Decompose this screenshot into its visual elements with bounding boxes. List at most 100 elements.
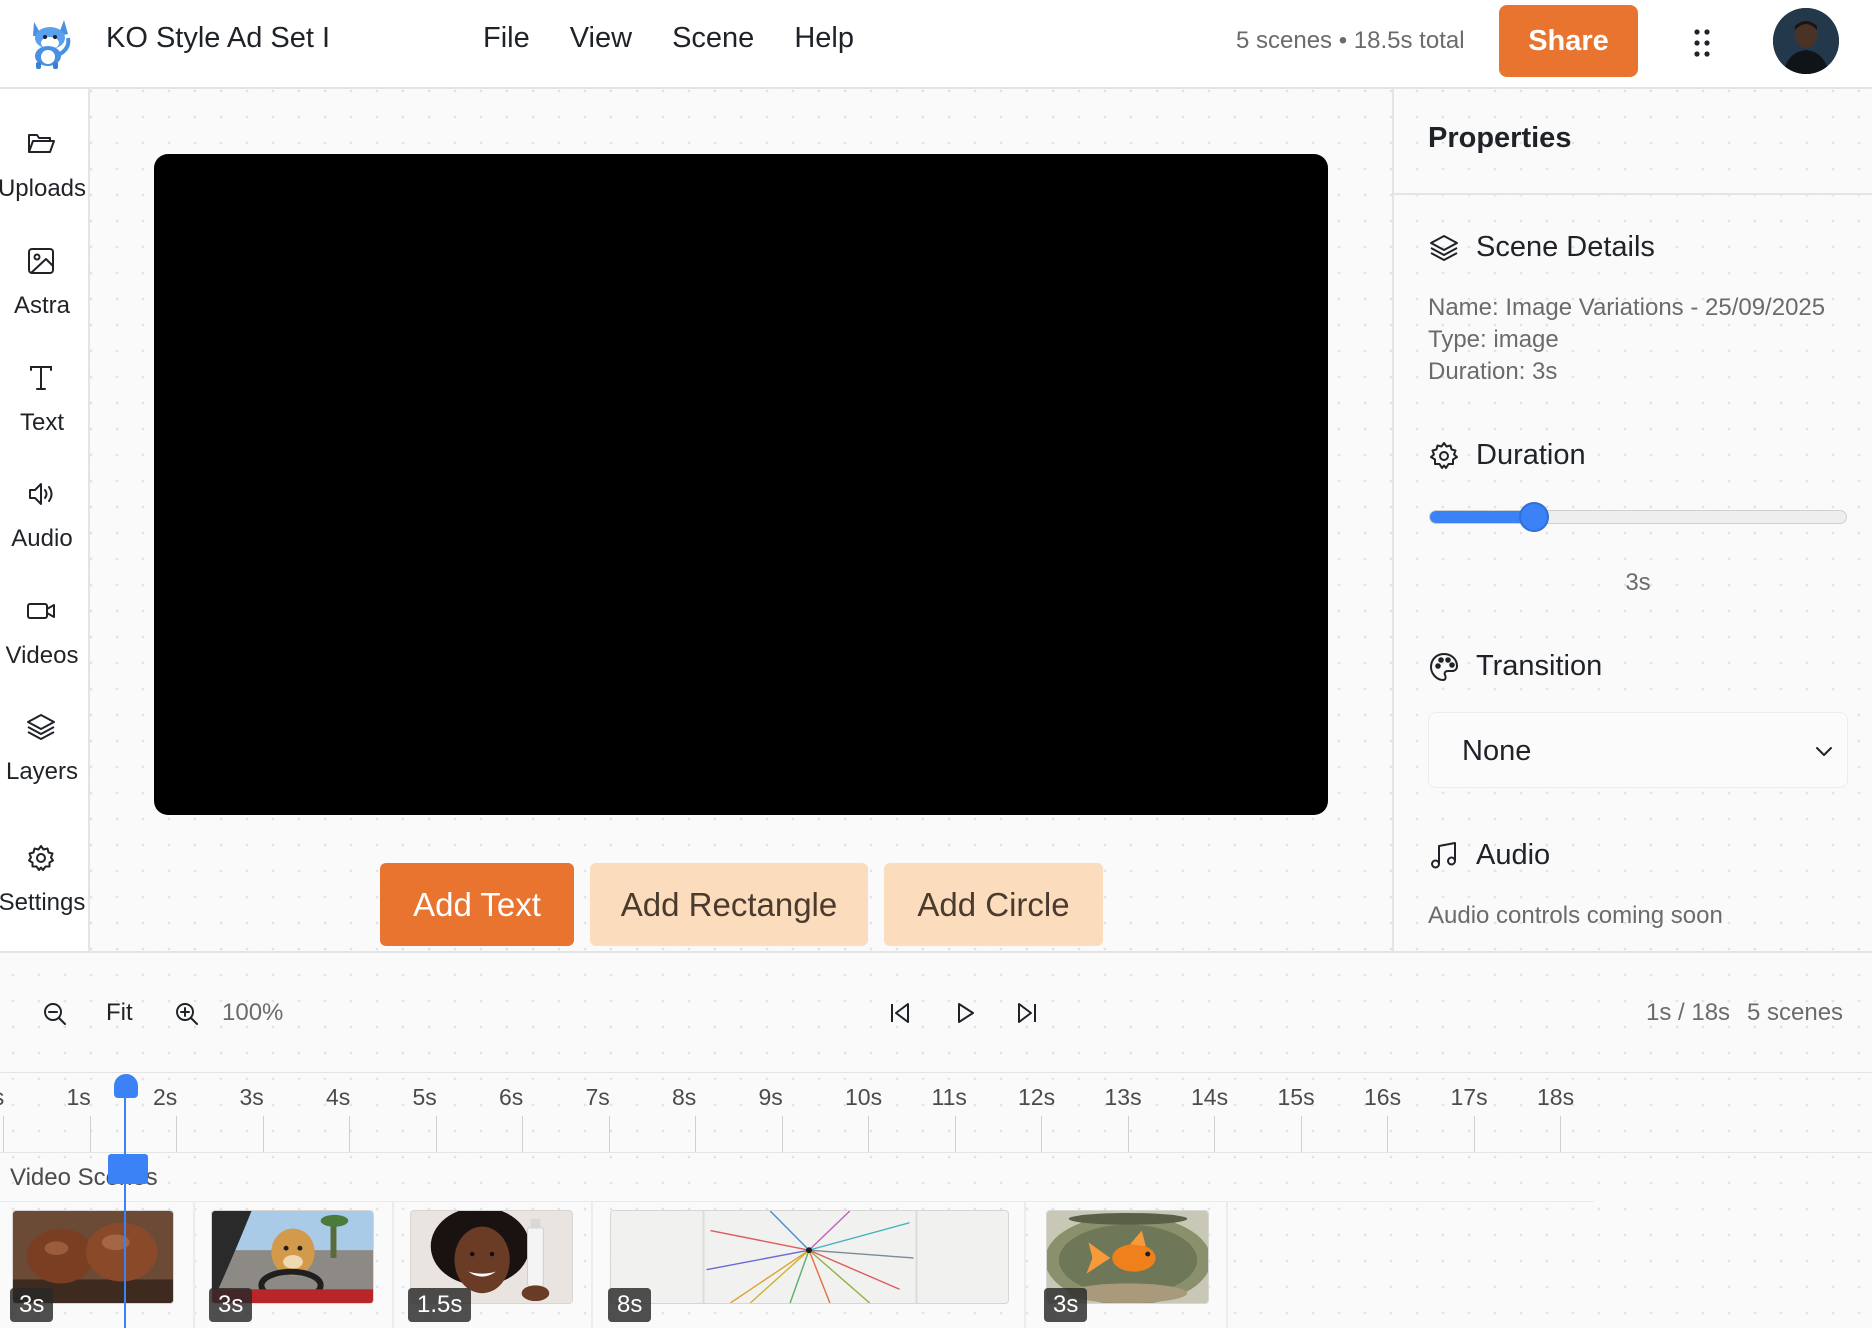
scene-clip[interactable]: 3s [195,1202,394,1328]
transition-title: Transition [1476,650,1603,682]
ruler-tick [435,1116,437,1152]
scene-details-header: Scene Details [1428,231,1655,264]
ruler-tick-label: 5s [412,1084,437,1110]
ruler-tick-label: 13s [1104,1084,1142,1110]
scene-duration-badge: 8s [608,1288,652,1322]
ruler-tick-label: 0s [0,1084,4,1111]
menu-view[interactable]: View [570,22,632,55]
properties-panel: Properties Scene Details Name: Image Var… [1392,89,1872,951]
layers-icon [1430,234,1458,261]
sidebar-item-layers[interactable]: Layers [0,712,88,812]
user-avatar[interactable] [1773,8,1839,74]
ruler-tick [1387,1116,1388,1152]
music-note-icon [1431,841,1456,868]
zoom-in-icon[interactable] [172,999,202,1029]
scene-count: 5 scenes [1747,999,1844,1026]
playhead-line[interactable] [124,1086,126,1328]
sidebar-item-uploads[interactable]: Uploads [0,129,88,229]
transition-selected-value: None [1462,735,1532,767]
menu-scene[interactable]: Scene [672,22,754,55]
sidebar-item-settings[interactable]: Settings [0,843,88,943]
ruler-tick-label: 11s [931,1084,967,1110]
app-logo-icon[interactable] [24,14,74,70]
image-icon [28,248,54,274]
divider [1394,193,1872,195]
ruler-tick [954,1116,956,1152]
ruler-tick-label: 15s [1277,1084,1315,1110]
playhead-handle[interactable] [114,1074,138,1098]
duration-slider[interactable] [1429,502,1847,532]
share-button[interactable]: Share [1499,5,1638,77]
scene-details-title: Scene Details [1476,231,1655,263]
ruler-tick-label: 4s [326,1084,351,1110]
scene-summary: 5 scenes • 18.5s total [1236,27,1465,54]
duration-slider-thumb[interactable] [1519,502,1549,532]
palette-icon [1430,652,1458,681]
top-bar: KO Style Ad Set I File View Scene Help 5… [0,0,1872,89]
grid-dots-icon[interactable] [1686,23,1718,63]
ruler-tick [1214,1116,1215,1152]
zoom-out-icon[interactable] [40,999,70,1029]
sidebar-item-audio[interactable]: Audio [0,479,88,579]
ruler-tick [522,1116,523,1152]
ruler-tick [1473,1116,1475,1152]
sidebar-item-label: Layers [5,758,79,785]
ruler-tick-label: 1s [66,1084,91,1110]
video-preview-canvas[interactable] [154,154,1328,815]
ruler-tick-label: 18s [1537,1084,1575,1110]
ruler-tick [1560,1116,1561,1152]
properties-title: Properties [1428,122,1572,154]
ruler-tick [349,1116,350,1152]
scene-type: Type: image [1428,326,1559,353]
add-text-button[interactable]: Add Text [380,863,574,946]
menu-file[interactable]: File [483,22,530,55]
add-rectangle-button[interactable]: Add Rectangle [590,863,868,946]
sidebar-item-videos[interactable]: Videos [0,596,88,696]
ruler-bottom-line [0,1152,1872,1153]
ruler-tick-label: 2s [153,1084,178,1110]
skip-back-icon[interactable] [886,999,914,1027]
ruler-tick [1127,1116,1129,1152]
sidebar-item-label: Videos [5,642,79,669]
ruler-tick [868,1116,869,1152]
duration-value: 3s [1625,569,1651,596]
transition-select[interactable]: None [1428,712,1848,788]
sidebar-item-label: Settings [0,889,86,916]
ruler-tick-label: 14s [1191,1084,1229,1110]
playhead-track-marker[interactable] [108,1154,148,1184]
play-icon[interactable] [951,999,979,1027]
add-circle-button[interactable]: Add Circle [884,863,1103,946]
scene-clip[interactable]: 1.5s [394,1202,593,1328]
sidebar-item-label: Uploads [0,175,87,202]
time-readout: 1s / 18s [1646,999,1731,1026]
folder-open-icon [28,134,55,153]
sidebar-item-astra[interactable]: Astra [0,246,88,346]
timeline-divider [0,951,1872,953]
sidebar-item-text[interactable]: Text [0,363,88,463]
menu-help[interactable]: Help [794,22,854,55]
zoom-level: 100% [222,999,284,1026]
sidebar-item-label: Text [19,409,64,436]
skip-forward-icon[interactable] [1013,999,1041,1027]
video-camera-icon [27,603,55,619]
scene-clip[interactable]: 3s [0,1202,195,1328]
ruler-tick [608,1116,610,1152]
scene-clip[interactable]: 3s [1026,1202,1228,1328]
ruler-tick-label: 17s [1450,1084,1488,1110]
ruler-tick-label: 16s [1364,1084,1402,1110]
main-menu: File View Scene Help [483,22,854,55]
audio-header: Audio [1428,839,1550,872]
scene-duration-badge: 3s [10,1288,54,1322]
scene-duration-badge: 3s [209,1288,253,1322]
ruler-tick [89,1116,91,1152]
fit-button[interactable]: Fit [106,999,133,1027]
text-t-icon [30,366,52,390]
scene-clip[interactable]: 8s [593,1202,1026,1328]
left-toolbar: Uploads Astra Text Audio Videos Layers S… [0,89,90,951]
duration-header: Duration [1428,439,1586,472]
scene-duration-badge: 3s [1044,1288,1088,1322]
sidebar-item-label: Audio [11,525,73,552]
project-title[interactable]: KO Style Ad Set I [106,22,330,55]
layers-icon [27,714,55,740]
scene-duration-badge: 1.5s [408,1288,472,1322]
